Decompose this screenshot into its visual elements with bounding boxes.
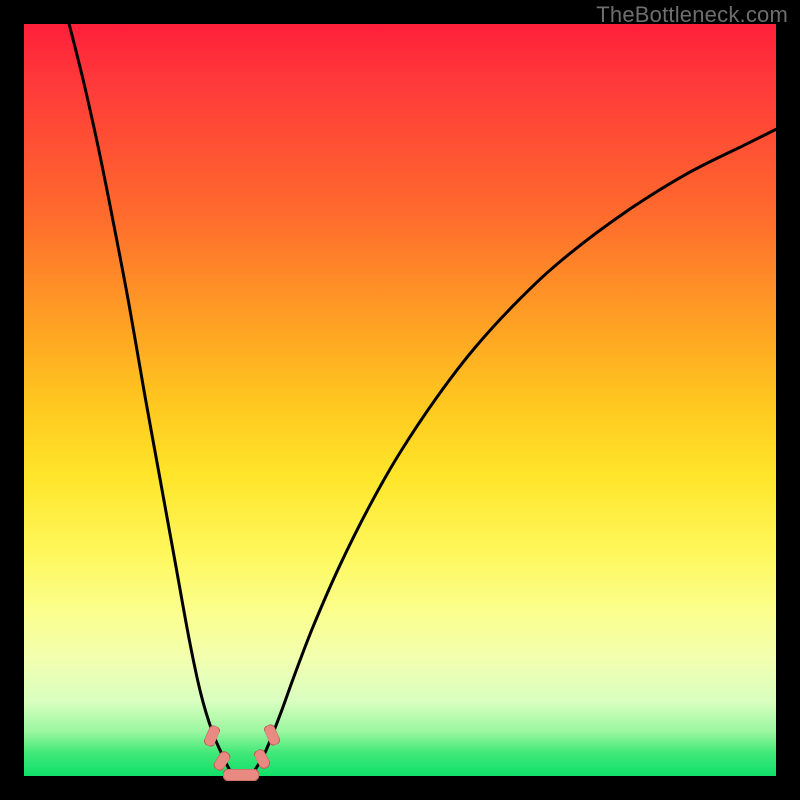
- chart-frame: TheBottleneck.com: [0, 0, 800, 800]
- plot-area: [24, 24, 776, 776]
- curve-left: [69, 24, 231, 772]
- curve-right: [253, 129, 776, 772]
- data-marker: [223, 769, 259, 781]
- curves-svg: [24, 24, 776, 776]
